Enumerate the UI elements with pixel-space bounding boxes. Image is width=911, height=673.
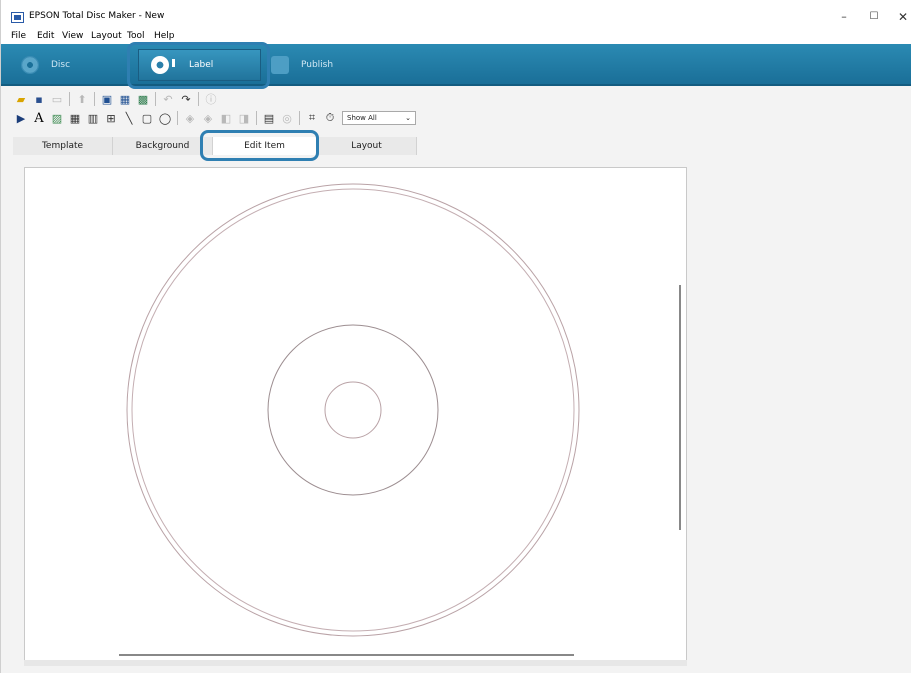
select-arrow-icon[interactable]: ▶ [13,110,29,126]
mode-publish-button[interactable]: Publish [271,49,381,81]
print-icon[interactable]: ▭ [49,91,65,107]
tab-background[interactable]: Background [113,137,213,155]
arrange-front-icon[interactable]: ◈ [182,110,198,126]
rectangle-tool-icon[interactable]: ▢ [139,110,155,126]
toolbar-separator [155,92,156,106]
publish-icon [271,56,289,74]
maximize-button[interactable]: ☐ [861,7,887,27]
mode-disc-button[interactable]: Disc [21,49,121,81]
tab-layout[interactable]: Layout [317,137,417,155]
mode-disc-label: Disc [51,60,71,70]
menu-edit[interactable]: Edit [37,31,54,41]
mode-publish-label: Publish [301,60,334,70]
layout-view-icon[interactable]: ▦ [117,91,133,107]
close-button[interactable]: ✕ [890,7,911,27]
view-select-value: Show All [347,114,377,122]
tree-tool-icon[interactable]: ⊞ [103,110,119,126]
vertical-scrollbar[interactable] [679,285,681,530]
edit-toolbar: ▶ A ▨ ▦ ▥ ⊞ ╲ ▢ ◯ ◈ ◈ ◧ ◨ ▤ ◎ ⌗ ⏱ Show A… [13,109,416,127]
barcode-tool-icon[interactable]: ▥ [85,110,101,126]
undo-icon[interactable]: ↶ [160,91,176,107]
crop-icon[interactable]: ⌗ [304,110,320,126]
main-toolbar: ▰ ▪ ▭ ⬆ ▣ ▦ ▩ ↶ ↷ ⓘ [13,90,219,108]
bring-forward-icon[interactable]: ◧ [218,110,234,126]
disc-center-hole [324,381,382,439]
disc-print-area-edge [131,188,575,632]
label-canvas[interactable] [24,167,687,661]
open-folder-icon[interactable]: ▰ [13,91,29,107]
menu-view[interactable]: View [62,31,83,41]
image-tool-icon[interactable]: ▨ [49,110,65,126]
image-view-icon[interactable]: ▩ [135,91,151,107]
toolbar-separator [69,92,70,106]
template-view-icon[interactable]: ▣ [99,91,115,107]
effects-icon[interactable]: ◎ [279,110,295,126]
send-backward-icon[interactable]: ◨ [236,110,252,126]
disc-position-icon[interactable]: ⏱ [322,110,338,126]
save-icon[interactable]: ▪ [31,91,47,107]
arrange-back-icon[interactable]: ◈ [200,110,216,126]
label-mode-highlight [127,42,270,89]
chevron-down-icon: ⌄ [405,114,411,122]
toolbar-separator [94,92,95,106]
help-icon[interactable]: ⓘ [203,91,219,107]
grid-tool-icon[interactable]: ▦ [67,110,83,126]
line-tool-icon[interactable]: ╲ [121,110,137,126]
toolbar-separator [299,111,300,125]
pin-icon[interactable]: ⬆ [74,91,90,107]
edit-item-tab-highlight [200,130,319,161]
text-tool-icon[interactable]: A [31,110,47,126]
menu-help[interactable]: Help [154,31,175,41]
window-title: EPSON Total Disc Maker - New [29,11,165,21]
disc-template-drawing [126,183,580,637]
menu-layout[interactable]: Layout [91,31,122,41]
view-select[interactable]: Show All ⌄ [342,111,416,125]
menu-tool[interactable]: Tool [127,31,144,41]
title-bar: EPSON Total Disc Maker - New – ☐ ✕ [1,0,911,30]
app-window: EPSON Total Disc Maker - New – ☐ ✕ File … [0,0,911,673]
minimize-button[interactable]: – [831,7,857,27]
disc-inner-ring [267,324,439,496]
tab-template[interactable]: Template [13,137,113,155]
ellipse-tool-icon[interactable]: ◯ [157,110,173,126]
horizontal-scrollbar[interactable] [119,654,574,656]
canvas-bottom-border [24,660,687,666]
toolbar-separator [198,92,199,106]
redo-icon[interactable]: ↷ [178,91,194,107]
toolbar-separator [256,111,257,125]
toolbar-separator [177,111,178,125]
disc-icon [21,56,39,74]
disc-outer-edge [126,183,580,637]
app-logo-icon [11,12,24,23]
properties-icon[interactable]: ▤ [261,110,277,126]
menu-file[interactable]: File [11,31,26,41]
